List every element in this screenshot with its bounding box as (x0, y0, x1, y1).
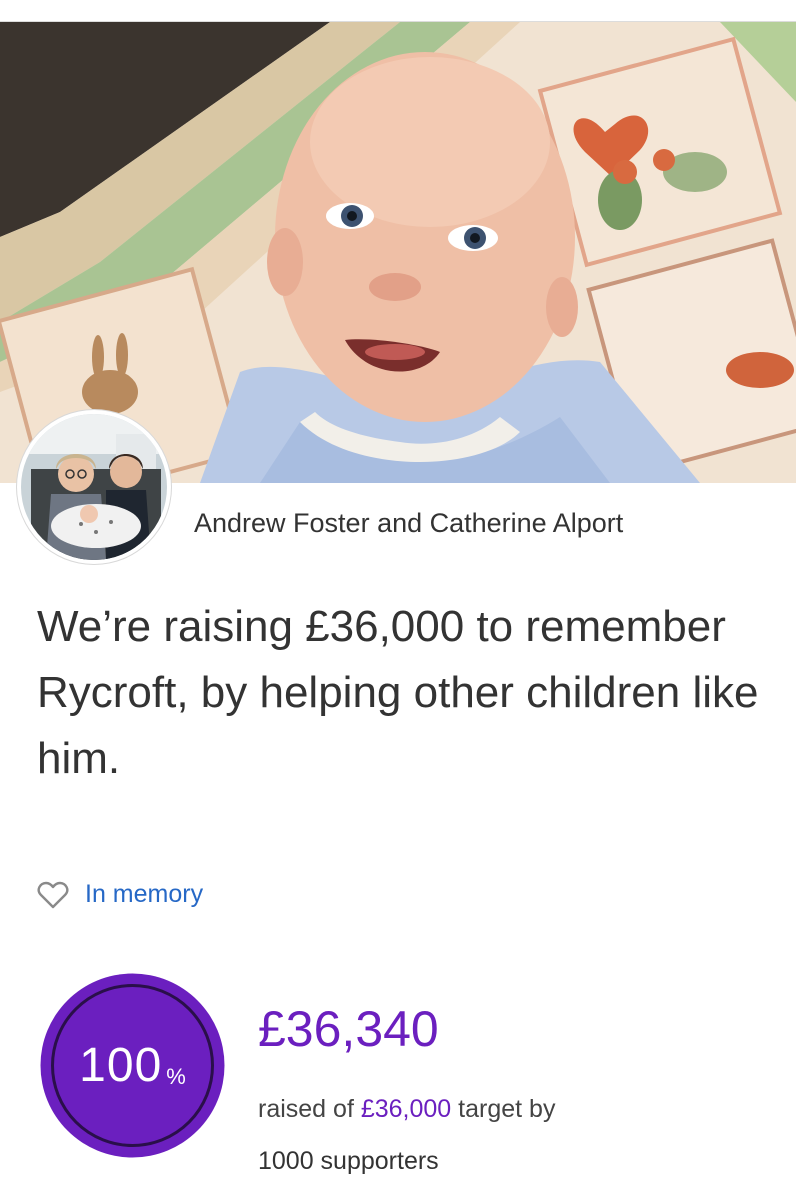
raised-prefix: raised of (258, 1095, 361, 1123)
organiser-names[interactable]: Andrew Foster and Catherine Alport (194, 508, 623, 539)
target-suffix: target by (451, 1095, 556, 1123)
category-tag[interactable]: In memory (37, 880, 203, 909)
supporters-count[interactable]: 1000 supporters (258, 1147, 439, 1176)
raised-target-line: raised of £36,000 target by (258, 1095, 555, 1124)
organiser-avatar[interactable] (17, 410, 171, 564)
category-label[interactable]: In memory (85, 880, 203, 909)
progress-percent: 100 % (40, 973, 225, 1158)
top-divider (0, 0, 796, 22)
heart-outline-icon (37, 881, 69, 908)
progress-ring: 100 % (40, 973, 225, 1158)
progress-percent-sign: % (166, 1063, 186, 1089)
target-amount: £36,000 (360, 1095, 452, 1123)
fundraiser-headline: We’re raising £36,000 to remember Rycrof… (37, 602, 759, 783)
progress-percent-number: 100 (79, 1039, 163, 1092)
raised-amount: £36,340 (258, 1001, 439, 1057)
